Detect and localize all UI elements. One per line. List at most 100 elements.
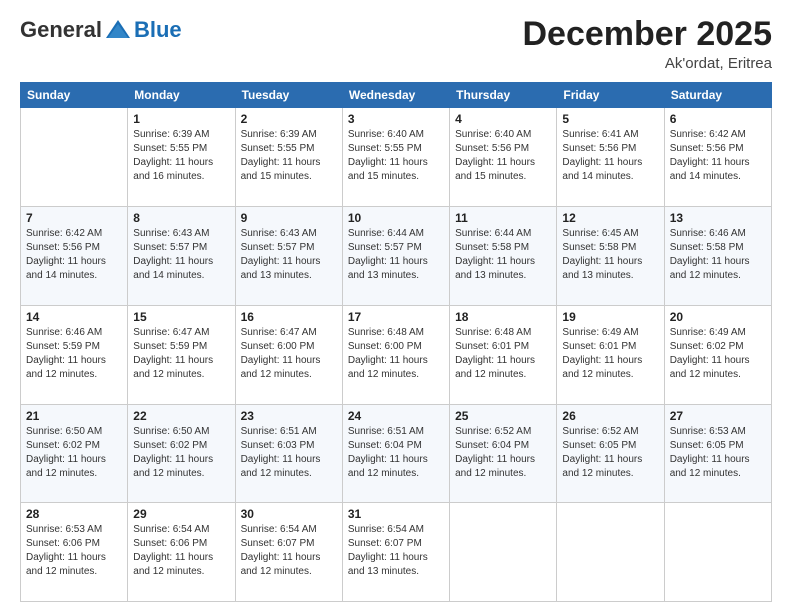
- day-number: 28: [26, 507, 122, 521]
- calendar-cell: 4 Sunrise: 6:40 AM Sunset: 5:56 PM Daylig…: [450, 108, 557, 207]
- day-number: 27: [670, 409, 766, 423]
- calendar-cell: 20 Sunrise: 6:49 AM Sunset: 6:02 PM Dayli…: [664, 305, 771, 404]
- calendar-cell: 31 Sunrise: 6:54 AM Sunset: 6:07 PM Dayli…: [342, 503, 449, 602]
- calendar-cell: 21 Sunrise: 6:50 AM Sunset: 6:02 PM Dayli…: [21, 404, 128, 503]
- logo-text: General Blue: [20, 16, 182, 44]
- day-info: Sunrise: 6:45 AM Sunset: 5:58 PM Dayligh…: [562, 227, 658, 283]
- title-block: December 2025 Ak'ordat, Eritrea: [522, 16, 772, 72]
- calendar-cell: 3Sunrise: 6:40 AM Sunset: 5:55 PM Daylig…: [342, 108, 449, 207]
- calendar-cell: [450, 503, 557, 602]
- day-info: Sunrise: 6:52 AM Sunset: 6:04 PM Dayligh…: [455, 425, 551, 481]
- day-number: 21: [26, 409, 122, 423]
- calendar-cell: 25 Sunrise: 6:52 AM Sunset: 6:04 PM Dayli…: [450, 404, 557, 503]
- day-info: Sunrise: 6:53 AM Sunset: 6:05 PM Dayligh…: [670, 425, 766, 481]
- day-number: 4: [455, 112, 551, 126]
- calendar-week-row: 14Sunrise: 6:46 AM Sunset: 5:59 PM Dayli…: [21, 305, 772, 404]
- day-number: 25: [455, 409, 551, 423]
- calendar-cell: 16 Sunrise: 6:47 AM Sunset: 6:00 PM Dayli…: [235, 305, 342, 404]
- calendar-cell: [21, 108, 128, 207]
- calendar-cell: 18 Sunrise: 6:48 AM Sunset: 6:01 PM Dayli…: [450, 305, 557, 404]
- day-number: 31: [348, 507, 444, 521]
- day-number: 1: [133, 112, 229, 126]
- calendar-cell: 30 Sunrise: 6:54 AM Sunset: 6:07 PM Dayli…: [235, 503, 342, 602]
- calendar-cell: 8 Sunrise: 6:43 AM Sunset: 5:57 PM Daylig…: [128, 207, 235, 306]
- day-number: 9: [241, 211, 337, 225]
- day-info: Sunrise: 6:42 AM Sunset: 5:56 PM Dayligh…: [670, 128, 766, 184]
- day-number: 10: [348, 211, 444, 225]
- day-info: Sunrise: 6:54 AM Sunset: 6:06 PM Dayligh…: [133, 523, 229, 579]
- calendar-cell: 10Sunrise: 6:44 AM Sunset: 5:57 PM Dayli…: [342, 207, 449, 306]
- calendar-cell: 27 Sunrise: 6:53 AM Sunset: 6:05 PM Dayli…: [664, 404, 771, 503]
- calendar-cell: [664, 503, 771, 602]
- calendar-week-row: 1 Sunrise: 6:39 AM Sunset: 5:55 PM Daylig…: [21, 108, 772, 207]
- calendar-cell: 12 Sunrise: 6:45 AM Sunset: 5:58 PM Dayli…: [557, 207, 664, 306]
- logo-blue: Blue: [134, 17, 182, 43]
- day-number: 12: [562, 211, 658, 225]
- calendar-cell: 13 Sunrise: 6:46 AM Sunset: 5:58 PM Dayli…: [664, 207, 771, 306]
- calendar-cell: 11Sunrise: 6:44 AM Sunset: 5:58 PM Dayli…: [450, 207, 557, 306]
- day-info: Sunrise: 6:50 AM Sunset: 6:02 PM Dayligh…: [133, 425, 229, 481]
- calendar-cell: 1Sunrise: 6:39 AM Sunset: 5:55 PM Daylig…: [128, 108, 235, 207]
- day-info: Sunrise: 6:40 AM Sunset: 5:56 PM Dayligh…: [455, 128, 551, 184]
- day-info: Sunrise: 6:44 AM Sunset: 5:58 PM Dayligh…: [455, 227, 551, 283]
- day-info: Sunrise: 6:52 AM Sunset: 6:05 PM Dayligh…: [562, 425, 658, 481]
- day-number: 20: [670, 310, 766, 324]
- day-number: 19: [562, 310, 658, 324]
- day-info: Sunrise: 6:48 AM Sunset: 6:00 PM Dayligh…: [348, 326, 444, 382]
- calendar-cell: 22Sunrise: 6:50 AM Sunset: 6:02 PM Dayli…: [128, 404, 235, 503]
- day-info: Sunrise: 6:43 AM Sunset: 5:57 PM Dayligh…: [133, 227, 229, 283]
- day-number: 30: [241, 507, 337, 521]
- calendar-week-row: 21 Sunrise: 6:50 AM Sunset: 6:02 PM Dayli…: [21, 404, 772, 503]
- logo-general: General: [20, 17, 102, 43]
- day-number: 7: [26, 211, 122, 225]
- day-number: 16: [241, 310, 337, 324]
- day-info: Sunrise: 6:51 AM Sunset: 6:04 PM Dayligh…: [348, 425, 444, 481]
- day-info: Sunrise: 6:47 AM Sunset: 5:59 PM Dayligh…: [133, 326, 229, 382]
- day-number: 6: [670, 112, 766, 126]
- calendar-cell: 28 Sunrise: 6:53 AM Sunset: 6:06 PM Dayli…: [21, 503, 128, 602]
- day-info: Sunrise: 6:39 AM Sunset: 5:55 PM Dayligh…: [241, 128, 337, 184]
- day-info: Sunrise: 6:54 AM Sunset: 6:07 PM Dayligh…: [241, 523, 337, 579]
- day-info: Sunrise: 6:49 AM Sunset: 6:01 PM Dayligh…: [562, 326, 658, 382]
- day-number: 23: [241, 409, 337, 423]
- calendar-cell: 5Sunrise: 6:41 AM Sunset: 5:56 PM Daylig…: [557, 108, 664, 207]
- day-number: 29: [133, 507, 229, 521]
- day-info: Sunrise: 6:48 AM Sunset: 6:01 PM Dayligh…: [455, 326, 551, 382]
- day-number: 18: [455, 310, 551, 324]
- calendar-header-friday: Friday: [557, 83, 664, 108]
- day-info: Sunrise: 6:46 AM Sunset: 5:58 PM Dayligh…: [670, 227, 766, 283]
- calendar-table: SundayMondayTuesdayWednesdayThursdayFrid…: [20, 82, 772, 602]
- calendar-header-thursday: Thursday: [450, 83, 557, 108]
- calendar-cell: 9Sunrise: 6:43 AM Sunset: 5:57 PM Daylig…: [235, 207, 342, 306]
- calendar-cell: 24 Sunrise: 6:51 AM Sunset: 6:04 PM Dayli…: [342, 404, 449, 503]
- calendar-week-row: 28 Sunrise: 6:53 AM Sunset: 6:06 PM Dayli…: [21, 503, 772, 602]
- calendar-cell: 14Sunrise: 6:46 AM Sunset: 5:59 PM Dayli…: [21, 305, 128, 404]
- day-info: Sunrise: 6:47 AM Sunset: 6:00 PM Dayligh…: [241, 326, 337, 382]
- day-number: 24: [348, 409, 444, 423]
- calendar-cell: 17Sunrise: 6:48 AM Sunset: 6:00 PM Dayli…: [342, 305, 449, 404]
- day-number: 26: [562, 409, 658, 423]
- calendar-header-sunday: Sunday: [21, 83, 128, 108]
- logo: General Blue: [20, 16, 182, 44]
- day-number: 2: [241, 112, 337, 126]
- calendar-header-saturday: Saturday: [664, 83, 771, 108]
- day-info: Sunrise: 6:40 AM Sunset: 5:55 PM Dayligh…: [348, 128, 444, 184]
- day-number: 8: [133, 211, 229, 225]
- calendar-cell: 26 Sunrise: 6:52 AM Sunset: 6:05 PM Dayli…: [557, 404, 664, 503]
- day-info: Sunrise: 6:49 AM Sunset: 6:02 PM Dayligh…: [670, 326, 766, 382]
- day-info: Sunrise: 6:46 AM Sunset: 5:59 PM Dayligh…: [26, 326, 122, 382]
- day-info: Sunrise: 6:42 AM Sunset: 5:56 PM Dayligh…: [26, 227, 122, 283]
- calendar-cell: 23 Sunrise: 6:51 AM Sunset: 6:03 PM Dayli…: [235, 404, 342, 503]
- calendar-cell: 15Sunrise: 6:47 AM Sunset: 5:59 PM Dayli…: [128, 305, 235, 404]
- calendar-cell: 19 Sunrise: 6:49 AM Sunset: 6:01 PM Dayli…: [557, 305, 664, 404]
- day-info: Sunrise: 6:50 AM Sunset: 6:02 PM Dayligh…: [26, 425, 122, 481]
- calendar-week-row: 7 Sunrise: 6:42 AM Sunset: 5:56 PM Daylig…: [21, 207, 772, 306]
- calendar-cell: 6 Sunrise: 6:42 AM Sunset: 5:56 PM Daylig…: [664, 108, 771, 207]
- day-info: Sunrise: 6:51 AM Sunset: 6:03 PM Dayligh…: [241, 425, 337, 481]
- day-number: 5: [562, 112, 658, 126]
- day-number: 13: [670, 211, 766, 225]
- calendar-cell: 29 Sunrise: 6:54 AM Sunset: 6:06 PM Dayli…: [128, 503, 235, 602]
- day-info: Sunrise: 6:54 AM Sunset: 6:07 PM Dayligh…: [348, 523, 444, 579]
- calendar-header-wednesday: Wednesday: [342, 83, 449, 108]
- day-info: Sunrise: 6:53 AM Sunset: 6:06 PM Dayligh…: [26, 523, 122, 579]
